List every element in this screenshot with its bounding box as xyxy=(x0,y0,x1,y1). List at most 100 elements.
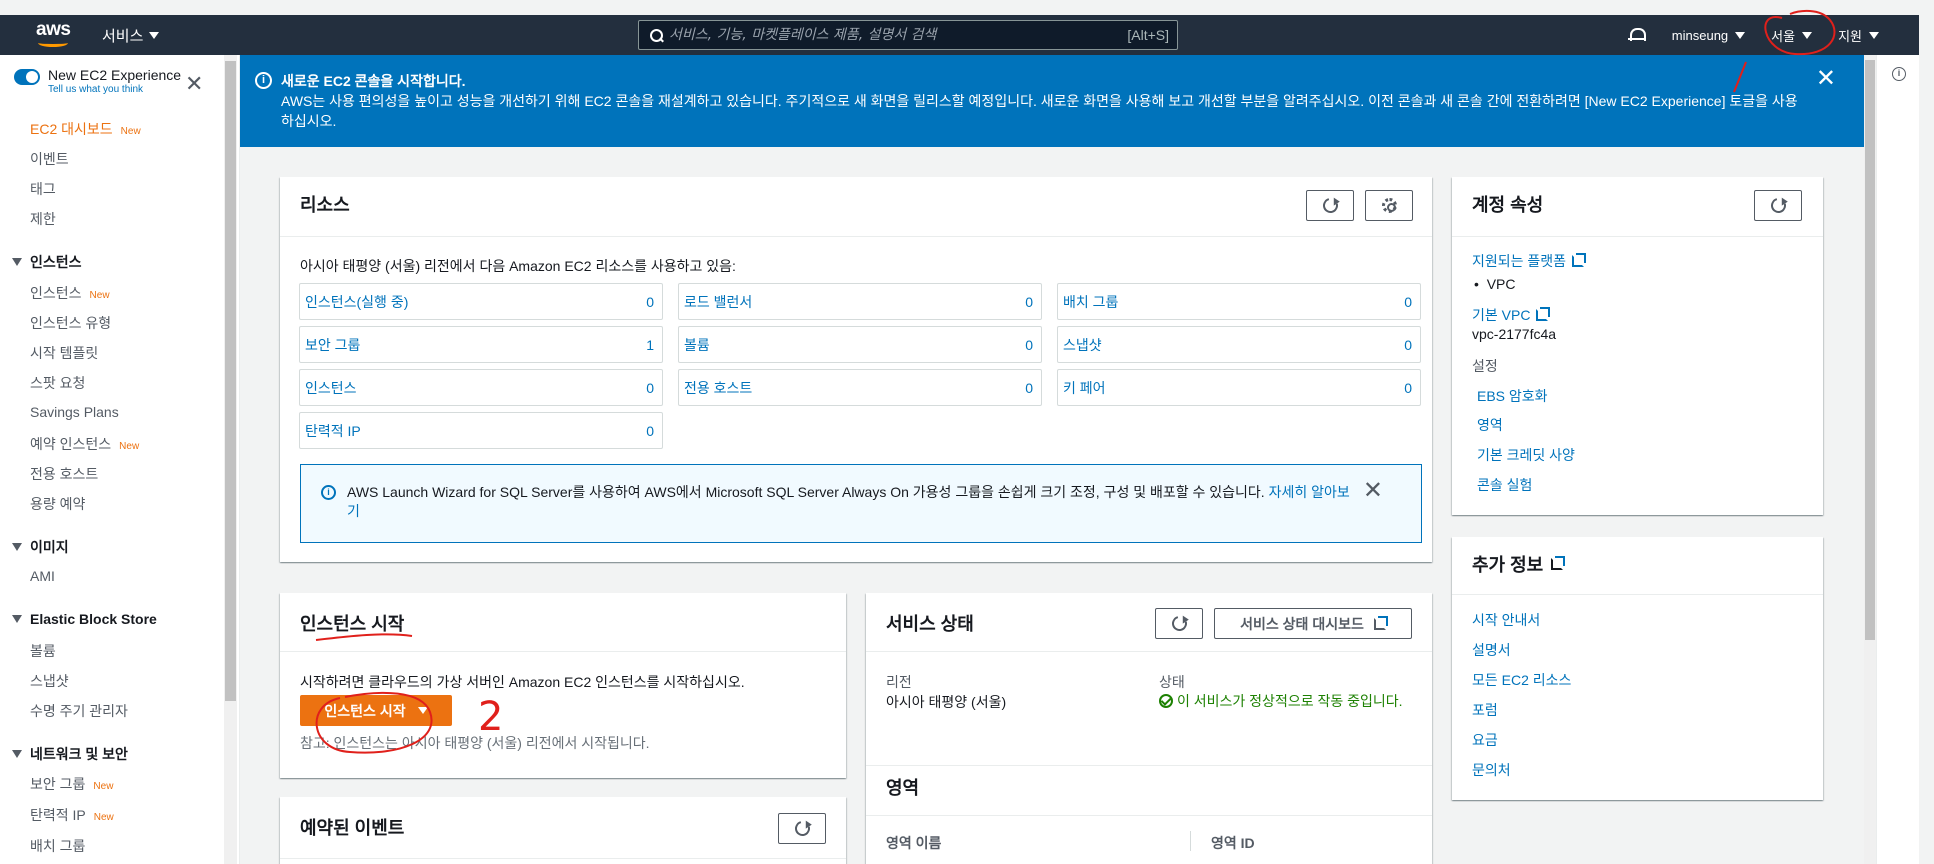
triangle-down-icon xyxy=(12,615,22,623)
service-health-dashboard-button[interactable]: 서비스 상태 대시보드 xyxy=(1214,608,1412,639)
sidebar-item-spot-requests[interactable]: 스팟 요청 xyxy=(30,373,85,393)
alert-message: AWS Launch Wizard for SQL Server를 사용하여 A… xyxy=(347,484,1269,500)
resource-label: 인스턴스(실행 중) xyxy=(305,293,409,310)
sidebar-item-dashboard[interactable]: EC2 대시보드 New xyxy=(30,119,141,139)
status-value: 이 서비스가 정상적으로 작동 중입니다. xyxy=(1159,692,1409,711)
help-rail: i xyxy=(1876,55,1919,864)
link-all-ec2-resources[interactable]: 모든 EC2 리소스 xyxy=(1472,670,1571,690)
feedback-link[interactable]: Tell us what you think xyxy=(48,84,181,95)
sidebar-section-network[interactable]: 네트워크 및 보안 xyxy=(12,744,128,764)
search-box[interactable]: [Alt+S] xyxy=(638,20,1178,50)
new-badge: New xyxy=(120,126,141,137)
sidebar-section-images[interactable]: 이미지 xyxy=(12,537,69,557)
resource-instances[interactable]: 인스턴스 0 xyxy=(299,369,663,406)
divider xyxy=(866,765,1432,766)
link-getting-started[interactable]: 시작 안내서 xyxy=(1472,610,1540,630)
sidebar-item-label: 수명 주기 관리자 xyxy=(30,703,128,719)
section-label: 네트워크 및 보안 xyxy=(30,746,128,762)
refresh-button[interactable] xyxy=(1155,608,1203,639)
region-menu[interactable]: 서울 xyxy=(1771,26,1813,45)
divider xyxy=(280,651,846,652)
sidebar-item-tags[interactable]: 태그 xyxy=(30,179,56,199)
supported-platforms-link[interactable]: 지원되는 플랫폼 xyxy=(1472,251,1587,271)
settings-link-ebs-encryption[interactable]: EBS 암호화 xyxy=(1477,386,1548,406)
refresh-button[interactable] xyxy=(1306,190,1354,221)
resource-snapshots[interactable]: 스냅샷 0 xyxy=(1057,326,1421,363)
sidebar-item-launch-templates[interactable]: 시작 템플릿 xyxy=(30,343,98,363)
resources-panel: 리소스 아시아 태평양 (서울) 리전에서 다음 Amazon EC2 리소스를… xyxy=(280,177,1432,562)
scrollbar-thumb[interactable] xyxy=(225,61,236,701)
close-icon[interactable]: ✕ xyxy=(185,73,203,95)
launch-wizard-alert: i AWS Launch Wizard for SQL Server를 사용하여… xyxy=(300,464,1422,543)
new-badge: New xyxy=(119,441,140,452)
toggle-switch[interactable] xyxy=(14,69,40,85)
default-vpc-link[interactable]: 기본 VPC xyxy=(1472,305,1551,325)
close-icon[interactable]: ✕ xyxy=(1363,479,1383,503)
sidebar-item-reserved-instances[interactable]: 예약 인스턴스 New xyxy=(30,434,139,454)
resource-running-instances[interactable]: 인스턴스(실행 중) 0 xyxy=(299,283,663,320)
sidebar-item-security-groups[interactable]: 보안 그룹 New xyxy=(30,774,113,794)
support-menu[interactable]: 지원 xyxy=(1838,26,1879,45)
resource-elastic-ips[interactable]: 탄력적 IP 0 xyxy=(299,412,663,449)
info-icon[interactable]: i xyxy=(1892,67,1906,81)
sidebar-item-placement-groups[interactable]: 배치 그룹 xyxy=(30,836,85,856)
alert-text: AWS Launch Wizard for SQL Server를 사용하여 A… xyxy=(347,483,1357,521)
link-forums[interactable]: 포럼 xyxy=(1472,700,1498,720)
refresh-button[interactable] xyxy=(1754,190,1802,221)
triangle-down-icon xyxy=(12,543,22,551)
sidebar-item-elastic-ips[interactable]: 탄력적 IP New xyxy=(30,805,114,825)
sidebar-item-ami[interactable]: AMI xyxy=(30,568,55,584)
search-icon xyxy=(639,21,669,49)
sidebar-scrollbar[interactable] xyxy=(224,55,237,864)
settings-button[interactable] xyxy=(1365,190,1413,221)
settings-link-console-experiments[interactable]: 콘솔 실험 xyxy=(1477,475,1532,495)
refresh-icon xyxy=(791,818,813,839)
triangle-down-icon xyxy=(12,258,22,266)
sidebar-item-volumes[interactable]: 볼륨 xyxy=(30,641,56,661)
top-navigation: aws 서비스 [Alt+S] minseung 서울 지원 xyxy=(0,15,1919,55)
nav-right: minseung 서울 지원 xyxy=(1627,15,1919,55)
sidebar-section-instances[interactable]: 인스턴스 xyxy=(12,252,82,272)
column-zone-name[interactable]: 영역 이름 xyxy=(886,833,941,853)
panel-title: 예약된 이벤트 xyxy=(300,818,405,838)
sidebar-item-instance-types[interactable]: 인스턴스 유형 xyxy=(30,313,111,333)
sidebar-item-savings-plans[interactable]: Savings Plans xyxy=(30,404,119,420)
aws-logo[interactable]: aws xyxy=(36,20,71,49)
sidebar-item-limits[interactable]: 제한 xyxy=(30,209,56,229)
sidebar-item-snapshots[interactable]: 스냅샷 xyxy=(30,671,69,691)
user-menu[interactable]: minseung xyxy=(1672,28,1746,43)
sidebar-item-events[interactable]: 이벤트 xyxy=(30,149,69,169)
resource-key-pairs[interactable]: 키 페어 0 xyxy=(1057,369,1421,406)
additional-info-panel: 추가 정보 시작 안내서 설명서 모든 EC2 리소스 포럼 요금 문의처 xyxy=(1452,537,1823,800)
sidebar-section-ebs[interactable]: Elastic Block Store xyxy=(12,611,157,627)
link-documentation[interactable]: 설명서 xyxy=(1472,640,1511,660)
divider xyxy=(280,858,846,859)
search-input[interactable] xyxy=(669,27,1128,43)
services-menu[interactable]: 서비스 xyxy=(102,25,160,46)
resource-load-balancers[interactable]: 로드 밸런서 0 xyxy=(678,283,1042,320)
sidebar: New EC2 Experience Tell us what you thin… xyxy=(0,55,240,864)
link-contact-us[interactable]: 문의처 xyxy=(1472,760,1511,780)
sidebar-item-lifecycle-manager[interactable]: 수명 주기 관리자 xyxy=(30,701,128,721)
new-experience-toggle[interactable]: New EC2 Experience Tell us what you thin… xyxy=(14,67,181,95)
scrollbar-thumb[interactable] xyxy=(1865,60,1875,640)
main-scrollbar[interactable] xyxy=(1864,55,1876,864)
panel-title: 인스턴스 시작 xyxy=(300,614,405,634)
sidebar-item-capacity-reservations[interactable]: 용량 예약 xyxy=(30,494,85,514)
resource-volumes[interactable]: 볼륨 0 xyxy=(678,326,1042,363)
settings-link-default-credit[interactable]: 기본 크레딧 사양 xyxy=(1477,445,1575,465)
refresh-button[interactable] xyxy=(778,813,826,844)
resource-security-groups[interactable]: 보안 그룹 1 xyxy=(299,326,663,363)
column-zone-id[interactable]: 영역 ID xyxy=(1211,833,1255,853)
sidebar-item-dedicated-hosts[interactable]: 전용 호스트 xyxy=(30,464,98,484)
sidebar-item-instances[interactable]: 인스턴스 New xyxy=(30,283,110,303)
close-icon[interactable]: ✕ xyxy=(1816,67,1836,91)
resource-placement-groups[interactable]: 배치 그룹 0 xyxy=(1057,283,1421,320)
sidebar-item-label: 이벤트 xyxy=(30,151,69,167)
resource-label: 볼륨 xyxy=(684,336,710,353)
settings-link-zones[interactable]: 영역 xyxy=(1477,415,1503,435)
launch-instance-button[interactable]: 인스턴스 시작 xyxy=(300,695,452,726)
resource-dedicated-hosts[interactable]: 전용 호스트 0 xyxy=(678,369,1042,406)
link-pricing[interactable]: 요금 xyxy=(1472,730,1498,750)
bell-icon[interactable] xyxy=(1627,27,1646,43)
